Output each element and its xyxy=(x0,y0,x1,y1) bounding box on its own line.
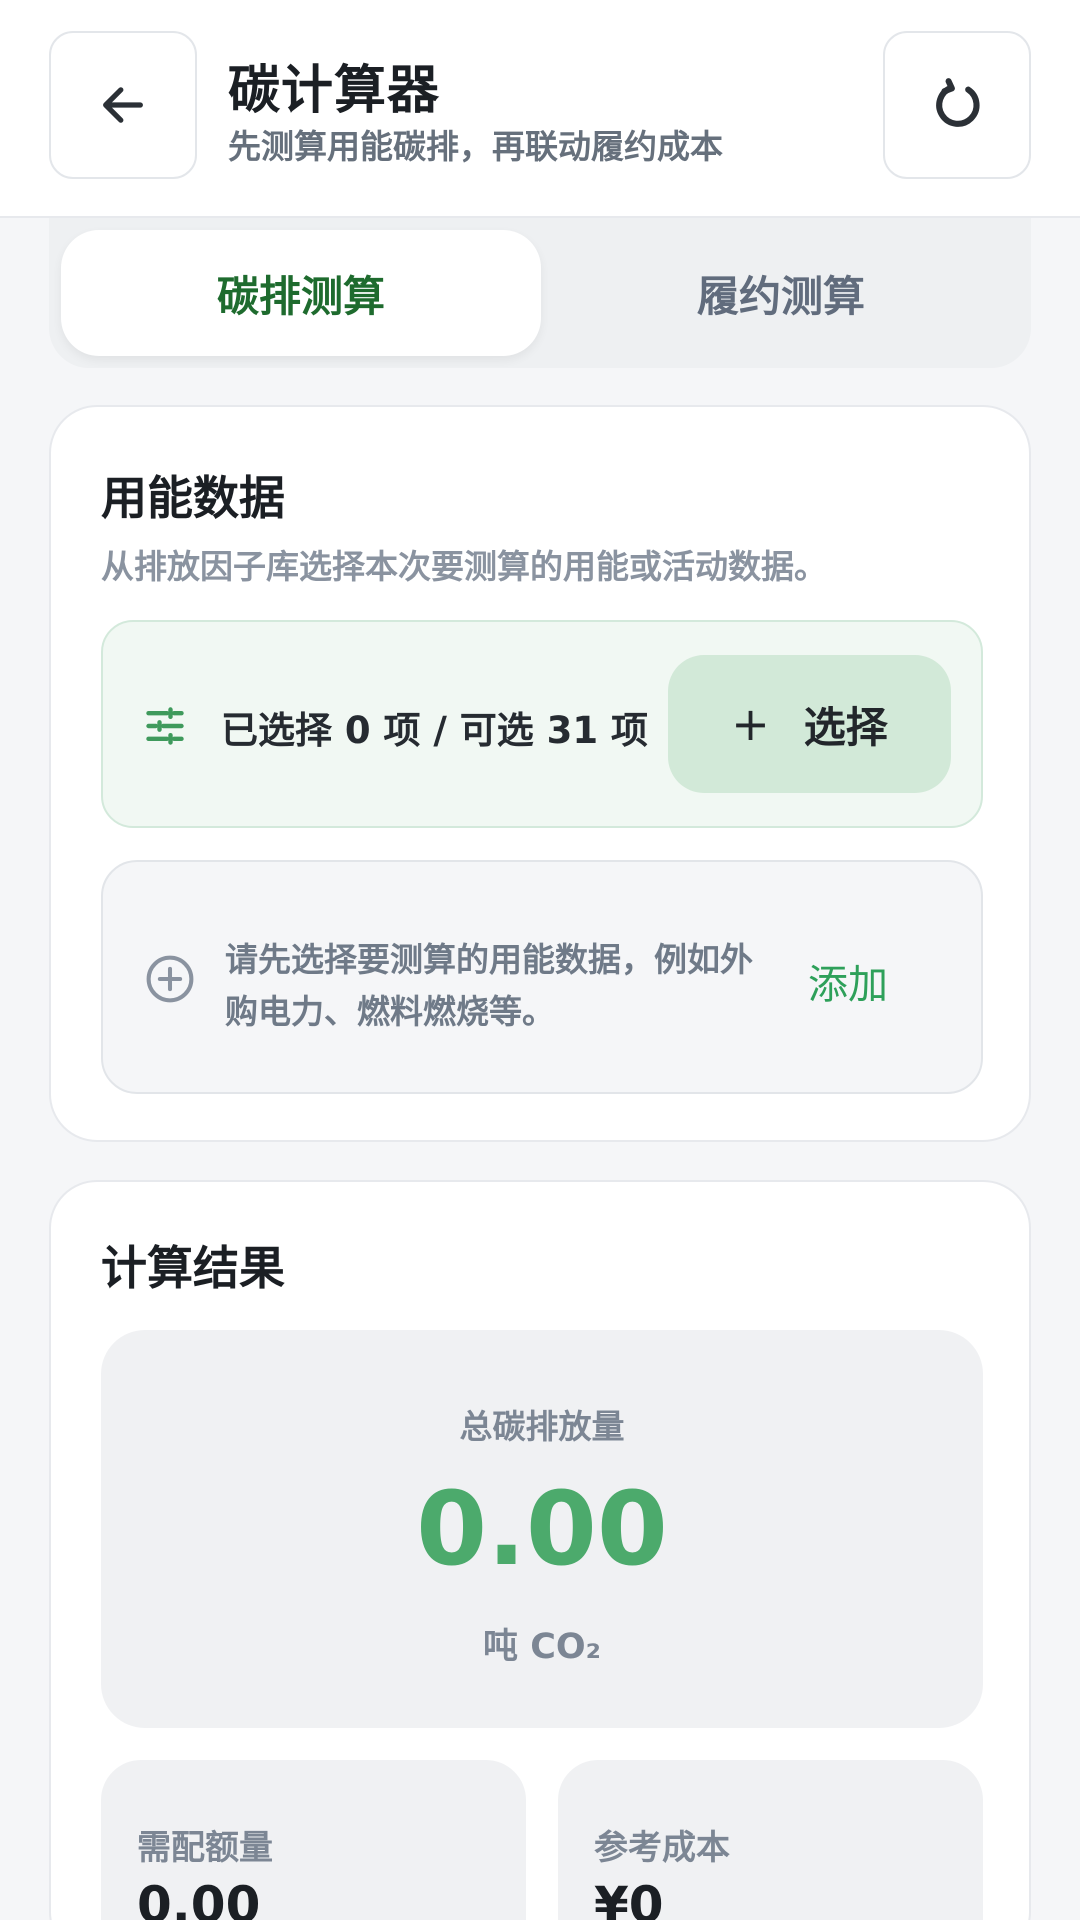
carbon-calculator-page: 碳计算器 先测算用能碳排，再联动履约成本 碳排测算 履约测算 用能数据 从排放因… xyxy=(0,0,1080,1920)
quota-box: 需配额量 0.00 xyxy=(101,1760,526,1920)
header: 碳计算器 先测算用能碳排，再联动履约成本 xyxy=(0,0,1080,218)
add-circle-icon xyxy=(146,955,194,1003)
empty-prompt-text: 请先选择要测算的用能数据，例如外购电力、燃料燃烧等。 xyxy=(225,940,753,1031)
quota-label: 需配额量 xyxy=(137,1828,273,1868)
energy-card-title: 用能数据 xyxy=(101,471,285,525)
cost-box: 参考成本 ¥0 xyxy=(558,1760,983,1920)
cost-label: 参考成本 xyxy=(594,1828,730,1868)
select-button[interactable]: + 选择 xyxy=(668,655,951,793)
mode-tabs: 碳排测算 履约测算 xyxy=(49,218,1031,368)
energy-data-card: 用能数据 从排放因子库选择本次要测算的用能或活动数据。 已选择 0 项 / 可选… xyxy=(49,405,1031,1142)
total-emission-unit: 吨 CO₂ xyxy=(483,1627,601,1667)
tab-compliance-calc[interactable]: 履约测算 xyxy=(541,230,1021,356)
total-emission-value: 0.00 xyxy=(416,1470,668,1589)
page-subtitle: 先测算用能碳排，再联动履约成本 xyxy=(228,127,723,166)
energy-card-description: 从排放因子库选择本次要测算的用能或活动数据。 xyxy=(101,547,827,586)
plus-icon: + xyxy=(731,697,770,751)
refresh-icon xyxy=(936,78,980,127)
quota-value: 0.00 xyxy=(137,1876,261,1920)
result-card-title: 计算结果 xyxy=(101,1241,285,1295)
cost-value: ¥0 xyxy=(594,1876,664,1920)
select-button-label: 选择 xyxy=(803,702,888,752)
add-link[interactable]: 添加 xyxy=(808,952,888,1010)
sliders-icon xyxy=(146,707,184,745)
tab-emission-calc[interactable]: 碳排测算 xyxy=(61,230,541,356)
total-emission-label: 总碳排放量 xyxy=(459,1407,625,1446)
arrow-left-icon xyxy=(103,87,143,123)
selection-summary: 已选择 0 项 / 可选 31 项 xyxy=(221,709,649,752)
empty-energy-prompt: 请先选择要测算的用能数据，例如外购电力、燃料燃烧等。 添加 xyxy=(101,860,983,1094)
back-button[interactable] xyxy=(49,31,197,179)
reset-button[interactable] xyxy=(883,31,1031,179)
selection-bar: 已选择 0 项 / 可选 31 项 + 选择 xyxy=(101,620,983,828)
page-title: 碳计算器 xyxy=(228,61,441,121)
result-card: 计算结果 总碳排放量 0.00 吨 CO₂ 需配额量 0.00 参考成本 ¥0 xyxy=(49,1180,1031,1920)
total-emission-box: 总碳排放量 0.00 吨 CO₂ xyxy=(101,1330,983,1728)
